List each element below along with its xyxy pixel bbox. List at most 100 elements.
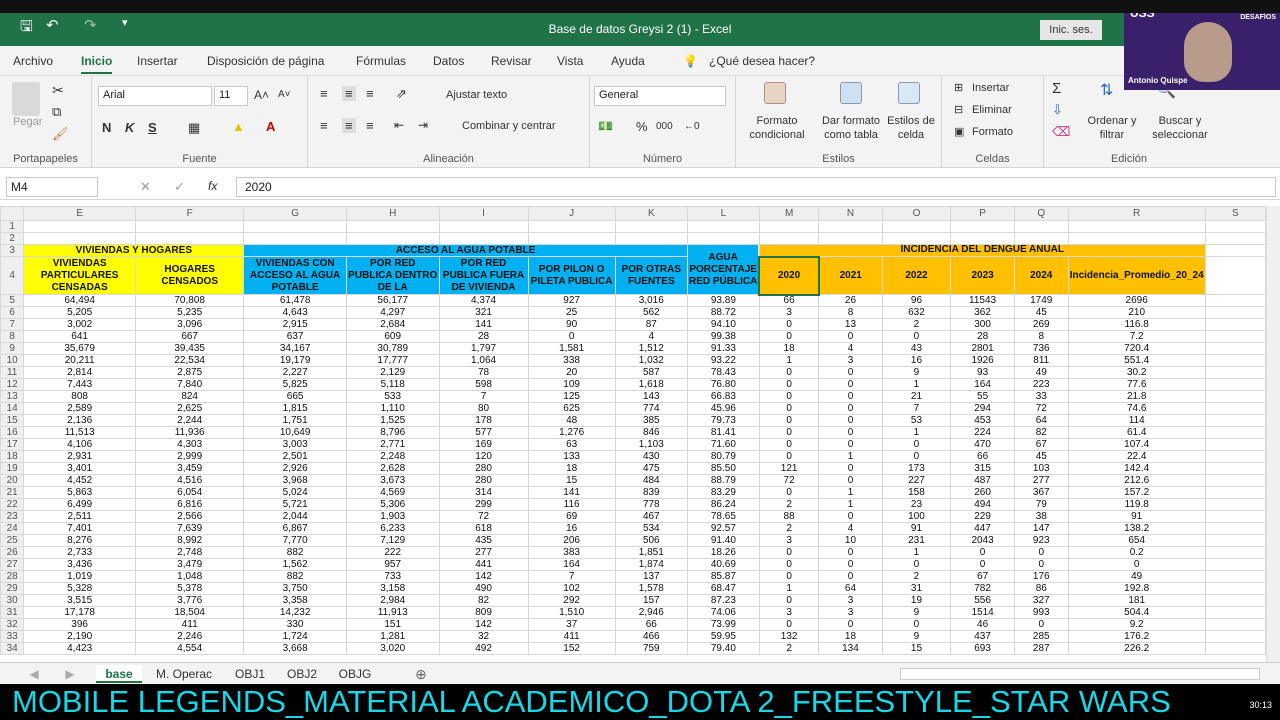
table-cell[interactable]: 0: [758, 402, 820, 415]
cell[interactable]: [1204, 354, 1266, 367]
cell[interactable]: [1204, 594, 1266, 607]
table-cell[interactable]: 2,136: [23, 414, 136, 427]
table-cell[interactable]: 1: [881, 426, 952, 439]
tab-formulas[interactable]: Fórmulas: [356, 54, 406, 68]
table-cell[interactable]: 70,808: [134, 294, 245, 307]
table-cell[interactable]: 7,770: [243, 534, 347, 547]
table-cell[interactable]: 1,874: [614, 558, 688, 571]
cell[interactable]: [23, 232, 136, 245]
table-cell[interactable]: 2: [758, 498, 820, 511]
percent-button[interactable]: %: [636, 119, 648, 134]
table-cell[interactable]: 4,297: [345, 306, 440, 319]
table-cell[interactable]: 2,999: [134, 450, 245, 463]
table-cell[interactable]: 40.69: [686, 558, 760, 571]
table-cell[interactable]: 6,867: [243, 522, 347, 535]
table-cell[interactable]: 7,639: [134, 522, 245, 535]
table-cell[interactable]: 280: [438, 462, 529, 475]
table-cell[interactable]: 6,233: [345, 522, 440, 535]
cell[interactable]: [1204, 306, 1266, 319]
table-cell[interactable]: 1,512: [614, 342, 688, 355]
cell[interactable]: [1204, 582, 1266, 595]
table-cell[interactable]: 157.2: [1067, 486, 1206, 499]
table-cell[interactable]: 1,276: [527, 426, 616, 439]
table-cell[interactable]: 19: [881, 594, 952, 607]
cell[interactable]: [527, 232, 616, 245]
table-cell[interactable]: 0: [818, 378, 883, 391]
table-cell[interactable]: 3,358: [243, 594, 347, 607]
table-cell[interactable]: 74.6: [1067, 402, 1206, 415]
table-cell[interactable]: 23: [881, 498, 952, 511]
table-cell[interactable]: 103: [1013, 462, 1069, 475]
table-cell[interactable]: 3: [818, 594, 883, 607]
row-number[interactable]: 15: [0, 414, 25, 427]
cell[interactable]: [818, 220, 883, 233]
table-cell[interactable]: 1,751: [243, 414, 347, 427]
table-cell[interactable]: 5,863: [23, 486, 136, 499]
wrap-text-button[interactable]: Ajustar texto: [446, 89, 507, 101]
table-cell[interactable]: 0: [758, 438, 820, 451]
col-header[interactable]: M: [758, 206, 820, 221]
font-size-select[interactable]: 11: [214, 86, 248, 106]
table-cell[interactable]: 125: [527, 390, 616, 403]
table-cell[interactable]: 551.4: [1067, 354, 1206, 367]
align-left-icon[interactable]: ≡: [320, 118, 328, 133]
table-cell[interactable]: 99.38: [686, 330, 760, 343]
thousands-button[interactable]: 000: [656, 121, 673, 132]
cell[interactable]: [1013, 232, 1069, 245]
col-header[interactable]: L: [686, 206, 760, 221]
table-cell[interactable]: 66.83: [686, 390, 760, 403]
table-cell[interactable]: 48: [527, 414, 616, 427]
table-cell[interactable]: 8: [1013, 330, 1069, 343]
table-cell[interactable]: 20,211: [23, 354, 136, 367]
table-cell[interactable]: 231: [881, 534, 952, 547]
table-cell[interactable]: 1: [818, 450, 883, 463]
table-cell[interactable]: 67: [950, 570, 1015, 583]
table-cell[interactable]: 2: [758, 522, 820, 535]
row-number[interactable]: 24: [0, 522, 25, 535]
table-cell[interactable]: 534: [614, 522, 688, 535]
table-cell[interactable]: 2,227: [243, 366, 347, 379]
table-cell[interactable]: 68.47: [686, 582, 760, 595]
table-cell[interactable]: 467: [614, 510, 688, 523]
table-cell[interactable]: 1,064: [438, 354, 529, 367]
table-cell[interactable]: 25: [527, 306, 616, 319]
table-cell[interactable]: 7: [881, 402, 952, 415]
table-cell[interactable]: 0: [950, 558, 1015, 571]
table-cell[interactable]: 2,684: [345, 318, 440, 331]
table-cell[interactable]: 759: [614, 642, 688, 655]
cell[interactable]: [1204, 232, 1266, 245]
row-number[interactable]: 17: [0, 438, 25, 451]
table-cell[interactable]: 80: [438, 402, 529, 415]
table-cell[interactable]: 79.40: [686, 642, 760, 655]
table-cell[interactable]: 2043: [950, 534, 1015, 547]
cell[interactable]: [1204, 558, 1266, 571]
cell[interactable]: [1204, 474, 1266, 487]
underline-button[interactable]: S: [148, 120, 157, 135]
table-cell[interactable]: 411: [527, 630, 616, 643]
header-N[interactable]: 2021: [818, 256, 883, 295]
cell[interactable]: [686, 232, 760, 245]
table-cell[interactable]: 839: [614, 486, 688, 499]
table-cell[interactable]: 1: [818, 486, 883, 499]
table-cell[interactable]: 226.2: [1067, 642, 1206, 655]
format-cells-icon[interactable]: ▣: [954, 125, 964, 138]
table-cell[interactable]: 116: [527, 498, 616, 511]
header-K[interactable]: POR OTRAS FUENTES: [614, 256, 688, 295]
table-cell[interactable]: 147: [1013, 522, 1069, 535]
table-cell[interactable]: 39,435: [134, 342, 245, 355]
table-cell[interactable]: 2,190: [23, 630, 136, 643]
table-cell[interactable]: 45: [1013, 450, 1069, 463]
table-cell[interactable]: 7.2: [1067, 330, 1206, 343]
col-header[interactable]: G: [243, 206, 347, 221]
table-cell[interactable]: 277: [438, 546, 529, 559]
table-cell[interactable]: 2,931: [23, 450, 136, 463]
table-cell[interactable]: 6,816: [134, 498, 245, 511]
col-header[interactable]: J: [527, 206, 616, 221]
table-cell[interactable]: 1,510: [527, 606, 616, 619]
cell[interactable]: [950, 232, 1015, 245]
table-cell[interactable]: 4,374: [438, 294, 529, 307]
table-cell[interactable]: 78.43: [686, 366, 760, 379]
italic-button[interactable]: K: [125, 120, 134, 135]
table-cell[interactable]: 121: [758, 462, 820, 475]
table-cell[interactable]: 4: [818, 342, 883, 355]
